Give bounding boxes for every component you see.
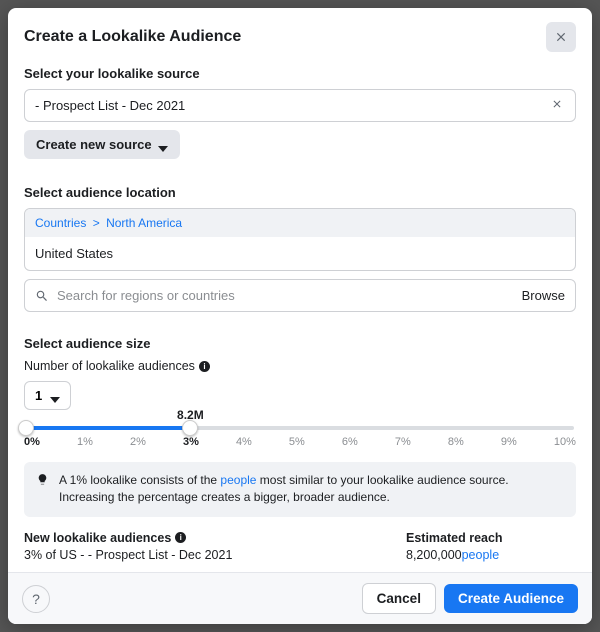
source-section-label: Select your lookalike source — [24, 66, 576, 81]
estimated-reach-label: Estimated reach — [406, 531, 503, 545]
slider-track — [26, 426, 574, 430]
slider-tick: 0% — [24, 436, 40, 448]
location-section-label: Select audience location — [24, 185, 576, 200]
slider-tick: 1% — [77, 436, 93, 448]
slider-tick: 9% — [501, 436, 517, 448]
new-audiences-label: New lookalike audiences — [24, 531, 171, 545]
slider-handle-end[interactable] — [182, 420, 198, 436]
close-icon — [551, 98, 563, 110]
location-selected-value[interactable]: United States — [25, 237, 575, 270]
slider-tick: 8% — [448, 436, 464, 448]
slider-tick: 6% — [342, 436, 358, 448]
audience-count-select[interactable]: 1 — [24, 381, 71, 410]
slider-tick: 2% — [130, 436, 146, 448]
lightbulb-icon — [36, 473, 49, 486]
new-audiences-value: 3% of US - - Prospect List - Dec 2021 — [24, 548, 366, 562]
chevron-down-icon — [158, 140, 168, 150]
dialog-footer: ? Cancel Create Audience — [8, 572, 592, 624]
estimated-reach-col: Estimated reach 8,200,000people — [406, 531, 576, 562]
size-section-label: Select audience size — [24, 336, 576, 351]
clear-source-button[interactable] — [549, 98, 565, 113]
people-link[interactable]: people — [462, 548, 500, 562]
location-breadcrumb: Countries > North America — [25, 209, 575, 237]
create-new-source-label: Create new source — [36, 137, 152, 152]
info-tip-text: A 1% lookalike consists of the people mo… — [59, 472, 564, 507]
slider-tick: 4% — [236, 436, 252, 448]
slider-ticks: 0% 1% 2% 3% 4% 5% 6% 7% 8% 9% 10% — [24, 436, 576, 448]
new-audiences-col: New lookalike audiences i 3% of US - - P… — [24, 531, 366, 562]
create-new-source-button[interactable]: Create new source — [24, 130, 180, 159]
slider-tick: 7% — [395, 436, 411, 448]
people-link[interactable]: people — [220, 473, 256, 487]
help-icon: ? — [32, 591, 40, 607]
breadcrumb-countries[interactable]: Countries — [35, 216, 86, 230]
close-icon — [554, 30, 568, 44]
slider-tick: 3% — [183, 436, 199, 448]
info-icon[interactable]: i — [199, 361, 210, 372]
help-button[interactable]: ? — [22, 585, 50, 613]
slider-tick: 10% — [554, 436, 576, 448]
lookalike-source-value: - Prospect List - Dec 2021 — [35, 98, 185, 113]
location-search-placeholder: Search for regions or countries — [57, 288, 514, 303]
close-button[interactable] — [546, 22, 576, 52]
lookalike-source-input[interactable]: - Prospect List - Dec 2021 — [24, 89, 576, 122]
search-icon — [35, 289, 49, 303]
audience-count-label: Number of lookalike audiences — [24, 359, 195, 373]
audience-count-value: 1 — [35, 388, 42, 403]
create-lookalike-audience-dialog: Create a Lookalike Audience Select your … — [8, 8, 592, 624]
location-search-input[interactable]: Search for regions or countries Browse — [24, 279, 576, 312]
estimated-reach-value: 8,200,000 — [406, 548, 462, 562]
create-audience-button[interactable]: Create Audience — [444, 584, 578, 613]
location-box: Countries > North America United States — [24, 208, 576, 271]
breadcrumb-region[interactable]: North America — [106, 216, 182, 230]
info-icon[interactable]: i — [175, 532, 186, 543]
slider-tick: 5% — [289, 436, 305, 448]
chevron-down-icon — [50, 391, 60, 401]
dialog-title: Create a Lookalike Audience — [24, 28, 241, 46]
info-tip-box: A 1% lookalike consists of the people mo… — [24, 462, 576, 517]
audience-size-slider[interactable]: 8.2M — [26, 426, 574, 430]
slider-handle-start[interactable] — [18, 420, 34, 436]
slider-fill — [26, 426, 190, 430]
breadcrumb-separator: > — [93, 216, 100, 230]
browse-locations-button[interactable]: Browse — [522, 288, 565, 303]
cancel-button[interactable]: Cancel — [362, 583, 436, 614]
